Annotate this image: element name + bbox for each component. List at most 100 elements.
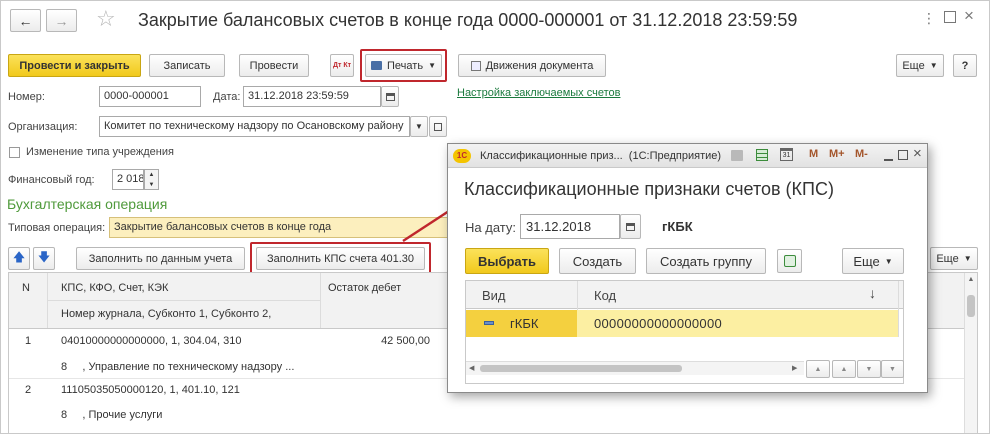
move-up-button[interactable]: 🡅 [8,247,30,270]
settings-link[interactable]: Настройка заключаемых счетов [457,87,620,99]
chevron-down-icon: ▼ [929,61,938,70]
row-sub: 8 , Управление по техническому надзору .… [61,361,295,373]
calendar-button[interactable] [381,86,399,107]
select-button[interactable]: Выбрать [465,248,549,274]
dialog-kind-value: гКБК [662,219,693,234]
post-and-close-button[interactable]: Провести и закрыть [8,54,141,77]
nav-next-button[interactable]: ▼ [857,360,881,378]
calendar-icon [626,222,635,231]
dt-kt-icon: Дт Кт [332,61,352,69]
org-label: Организация: [8,121,78,133]
post-button[interactable]: Провести [239,54,309,77]
dialog-more-button[interactable]: Еще ▼ [842,248,904,274]
change-type-checkbox[interactable] [9,147,20,158]
typical-op-field[interactable]: Закрытие балансовых счетов в конце года [109,217,449,238]
back-button[interactable]: ← [10,9,41,32]
list-item-kind: гКБК [510,316,539,331]
print-highlight-frame [360,49,447,82]
table-more-button[interactable]: Еще ▼ [930,247,978,270]
chevron-down-icon: ▼ [884,256,893,266]
col-balance-header[interactable]: Остаток дебет [328,282,401,294]
maximize-icon[interactable] [944,11,956,23]
print-icon[interactable] [731,150,743,161]
calendar-icon[interactable]: 31 [780,148,793,161]
subheader-divider [48,300,320,301]
calendar-icon [385,92,395,101]
memory-plus-button[interactable]: M+ [829,148,845,160]
copy-icon [783,255,796,267]
change-type-label: Изменение типа учреждения [26,146,174,158]
typical-op-label: Типовая операция: [8,222,106,234]
movements-label: Движения документа [485,59,594,72]
hscrollbar-thumb[interactable] [480,365,682,372]
hscroll-right-arrow-icon[interactable]: ▶ [792,364,797,372]
group-item-icon [484,321,494,325]
create-group-button[interactable]: Создать группу [646,248,766,274]
fill-kps-highlight-frame [250,242,431,275]
col-kps-header[interactable]: КПС, КФО, Счет, КЭК [61,282,168,294]
fin-year-stepper[interactable]: ▲ ▼ [144,169,159,190]
date-label: Дата: [213,91,241,103]
hscroll-left-arrow-icon[interactable]: ◀ [469,364,474,372]
memory-button[interactable]: M [809,148,818,160]
copy-button[interactable] [777,249,802,273]
date-field[interactable]: 31.12.2018 23:59:59 [243,86,381,107]
dialog-col-divider-right [898,281,899,337]
window-title: Закрытие балансовых счетов в конце года … [138,10,798,30]
fill-by-data-button[interactable]: Заполнить по данным учета [76,247,245,270]
app-logo-icon: 1С [453,149,471,163]
dialog-more-label: Еще [853,253,880,269]
dialog-calendar-button[interactable] [620,214,641,239]
table-icon[interactable] [756,149,768,161]
sort-arrow-icon[interactable]: ↓ [869,285,876,301]
scroll-up-arrow-icon[interactable]: ▲ [965,276,977,283]
nav-first-button[interactable]: ▲ [806,360,830,378]
movements-button[interactable]: Движения документа [458,54,606,77]
dialog-list-header [466,281,903,309]
window-menu-icon[interactable]: ⋮ [922,10,936,27]
more-button[interactable]: Еще ▼ [896,54,944,77]
more-label: Еще [902,59,925,72]
org-field[interactable]: Комитет по техническому надзору по Осано… [99,116,410,137]
dialog-hscrollbar[interactable]: ◀ ▶ [466,361,804,375]
memory-minus-button[interactable]: M- [855,148,868,160]
number-label: Номер: [8,91,45,103]
col-n-header[interactable]: N [22,282,30,294]
dt-kt-button[interactable]: Дт Кт [330,54,354,77]
dialog-title: Классификационные признаки счетов (КПС) [464,179,834,199]
row-sub: 8 , Прочие услуги [61,409,163,421]
table-scrollbar[interactable]: ▲ [964,273,977,433]
close-icon[interactable]: × [913,145,922,162]
dialog-date-field[interactable]: 31.12.2018 [520,214,620,239]
open-icon [434,122,442,131]
row-kps: 04010000000000000, 1, 304.04, 310 [61,335,242,347]
org-open-button[interactable] [429,116,447,137]
dialog-app-title: Классификационные приз... (1С:Предприяти… [480,150,722,162]
create-button[interactable]: Создать [559,248,636,274]
nav-last-button[interactable]: ▼ [881,360,904,378]
nav-prev-button[interactable]: ▲ [832,360,856,378]
table-more-label: Еще [936,252,959,265]
save-button[interactable]: Записать [149,54,225,77]
forward-button[interactable]: → [46,9,77,32]
col-divider-2 [320,273,321,328]
favorite-star-icon[interactable]: ☆ [96,6,116,32]
maximize-icon[interactable] [898,150,908,160]
row-n: 2 [25,384,32,396]
org-dropdown-button[interactable]: ▼ [410,116,428,137]
help-button[interactable]: ? [953,54,977,77]
number-field[interactable]: 0000-000001 [99,86,201,107]
col-kps-subheader[interactable]: Номер журнала, Субконто 1, Субконто 2, [61,308,271,320]
minimize-icon[interactable] [884,159,893,161]
fin-year-field[interactable]: 2 018 [112,169,144,190]
col-kind-header[interactable]: Вид [482,288,506,303]
scrollbar-thumb[interactable] [967,295,975,317]
list-item-code: 00000000000000000 [594,316,723,331]
chevron-down-icon: ▼ [963,254,972,263]
row-n: 1 [25,335,32,347]
move-down-button[interactable]: 🡇 [33,247,55,270]
row-balance: 42 500,00 [381,335,430,347]
close-icon[interactable]: × [964,6,974,26]
row-kps: 11105035050000120, 1, 401.10, 121 [61,384,240,396]
col-code-header[interactable]: Код [594,288,616,303]
